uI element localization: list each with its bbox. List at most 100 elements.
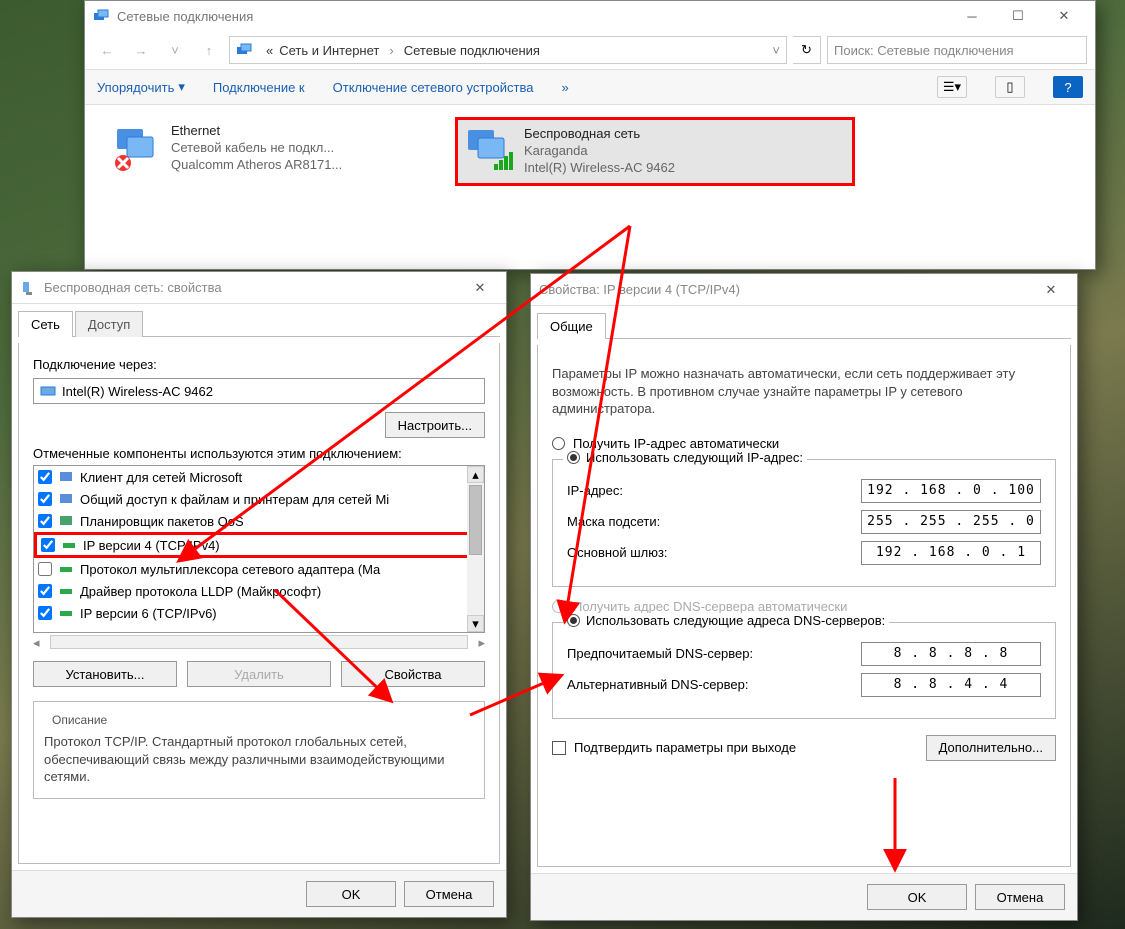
ip-address-input[interactable]: 192 . 168 . 0 . 100 [861,479,1041,503]
components-label: Отмеченные компоненты используются этим … [33,446,485,461]
component-checkbox[interactable] [38,584,52,598]
ethernet-disconnected-icon [111,123,161,173]
scroll-left-icon[interactable]: ◂ [33,635,40,651]
component-checkbox[interactable] [38,562,52,576]
install-button[interactable]: Установить... [33,661,177,687]
refresh-button[interactable]: ↻ [793,36,821,64]
network-icon [93,8,109,24]
advanced-button[interactable]: Дополнительно... [926,735,1056,761]
client-icon [58,469,74,485]
preview-pane-icon[interactable]: ▯ [995,76,1025,98]
dns2-label: Альтернативный DNS-сервер: [567,677,749,692]
connect-to-menu[interactable]: Подключение к [213,80,305,95]
component-checkbox[interactable] [38,470,52,484]
tab-access[interactable]: Доступ [75,311,143,337]
organize-menu[interactable]: Упорядочить ▾ [97,79,185,95]
adapter-name: Беспроводная сеть [524,126,675,143]
chevron-down-icon: ▾ [178,79,185,95]
ok-button[interactable]: OK [867,884,967,910]
list-item: Общий доступ к файлам и принтерам для се… [34,488,484,510]
breadcrumb[interactable]: Сетевые подключения [404,43,540,58]
help-icon[interactable]: ? [1053,76,1083,98]
adapter-device: Qualcomm Atheros AR8171... [171,157,342,174]
radio-auto-ip[interactable]: Получить IP-адрес автоматически [552,436,1056,451]
more-commands[interactable]: » [561,80,568,95]
scroll-up-icon[interactable]: ▴ [467,466,484,483]
radio-auto-dns: Получить адрес DNS-сервера автоматически [552,599,1056,614]
scroll-right-icon[interactable]: ▸ [478,635,485,651]
view-options-icon[interactable]: ☰▾ [937,76,967,98]
component-checkbox[interactable] [38,606,52,620]
search-input[interactable]: Поиск: Сетевые подключения [827,36,1087,64]
scroll-down-icon[interactable]: ▾ [467,615,484,632]
radio-icon [552,437,565,450]
close-button[interactable]: ✕ [1033,274,1069,306]
protocol-icon [58,561,74,577]
titlebar[interactable]: Сетевые подключения ─ ☐ ✕ [85,1,1095,31]
description-text: Протокол TCP/IP. Стандартный протокол гл… [44,733,474,786]
adapter-icon [20,280,36,296]
cancel-button[interactable]: Отмена [404,881,494,907]
tab-network[interactable]: Сеть [18,311,73,337]
share-icon [58,491,74,507]
list-item: Клиент для сетей Microsoft [34,466,484,488]
component-checkbox[interactable] [38,514,52,528]
configure-button[interactable]: Настроить... [385,412,485,438]
nav-back-icon[interactable]: ← [93,36,121,64]
close-button[interactable]: ✕ [462,272,498,304]
subnet-mask-input[interactable]: 255 . 255 . 255 . 0 [861,510,1041,534]
wireless-connected-icon [464,126,514,176]
cancel-button[interactable]: Отмена [975,884,1065,910]
list-item: Планировщик пакетов QoS [34,510,484,532]
disable-device-menu[interactable]: Отключение сетевого устройства [333,80,534,95]
radio-icon [567,614,580,627]
gateway-label: Основной шлюз: [567,545,668,560]
command-bar: Упорядочить ▾ Подключение к Отключение с… [85,69,1095,105]
description-title: Описание [48,713,111,727]
dns1-label: Предпочитаемый DNS-сервер: [567,646,753,661]
nic-icon [40,383,56,399]
nav-bar: ← → ˅ ↑ « Сеть и Интернет Сетевые подклю… [85,31,1095,69]
scrollbar[interactable]: ▴ ▾ [467,466,484,632]
radio-static-dns[interactable]: Использовать следующие адреса DNS-сервер… [563,613,889,628]
maximize-button[interactable]: ☐ [995,0,1041,32]
dialog-title: Свойства: IP версии 4 (TCP/IPv4) [539,282,1033,297]
breadcrumb[interactable]: « [266,43,273,58]
breadcrumb[interactable]: Сеть и Интернет [279,43,379,58]
close-button[interactable]: ✕ [1041,0,1087,32]
validate-checkbox[interactable]: Подтвердить параметры при выходе [552,740,796,755]
gateway-input[interactable]: 192 . 168 . 0 . 1 [861,541,1041,565]
preferred-dns-input[interactable]: 8 . 8 . 8 . 8 [861,642,1041,666]
titlebar[interactable]: Беспроводная сеть: свойства ✕ [12,272,506,304]
titlebar[interactable]: Свойства: IP версии 4 (TCP/IPv4) ✕ [531,274,1077,306]
adapter-wireless[interactable]: Беспроводная сеть Karaganda Intel(R) Wir… [455,117,855,186]
nav-up-icon[interactable]: ↑ [195,36,223,64]
component-checkbox[interactable] [38,492,52,506]
address-bar[interactable]: « Сеть и Интернет Сетевые подключения ˅ [229,36,787,64]
properties-button[interactable]: Свойства [341,661,485,687]
adapter-device: Intel(R) Wireless-AC 9462 [524,160,675,177]
components-listbox[interactable]: Клиент для сетей Microsoft Общий доступ … [33,465,485,633]
static-dns-group: Использовать следующие адреса DNS-сервер… [552,622,1056,719]
search-placeholder: Поиск: Сетевые подключения [834,43,1014,58]
radio-icon [552,600,565,613]
nav-recent-icon[interactable]: ˅ [161,36,189,64]
alternate-dns-input[interactable]: 8 . 8 . 4 . 4 [861,673,1041,697]
adapter-ethernet[interactable]: Ethernet Сетевой кабель не подкл... Qual… [105,117,425,180]
tab-general[interactable]: Общие [537,313,606,339]
radio-icon [567,451,580,464]
ip-info-text: Параметры IP можно назначать автоматичес… [552,365,1056,418]
mask-label: Маска подсети: [567,514,660,529]
chevron-down-icon[interactable]: ˅ [772,43,780,58]
component-checkbox[interactable] [41,538,55,552]
scroll-thumb[interactable] [469,485,482,555]
minimize-button[interactable]: ─ [949,0,995,32]
ip-label: IP-адрес: [567,483,623,498]
list-item: IP версии 6 (TCP/IPv6) [34,602,484,624]
qos-icon [58,513,74,529]
ok-button[interactable]: OK [306,881,396,907]
nav-forward-icon[interactable]: → [127,36,155,64]
radio-static-ip[interactable]: Использовать следующий IP-адрес: [563,450,807,465]
adapter-status: Karaganda [524,143,675,160]
network-connections-window: Сетевые подключения ─ ☐ ✕ ← → ˅ ↑ « Сеть… [84,0,1096,270]
